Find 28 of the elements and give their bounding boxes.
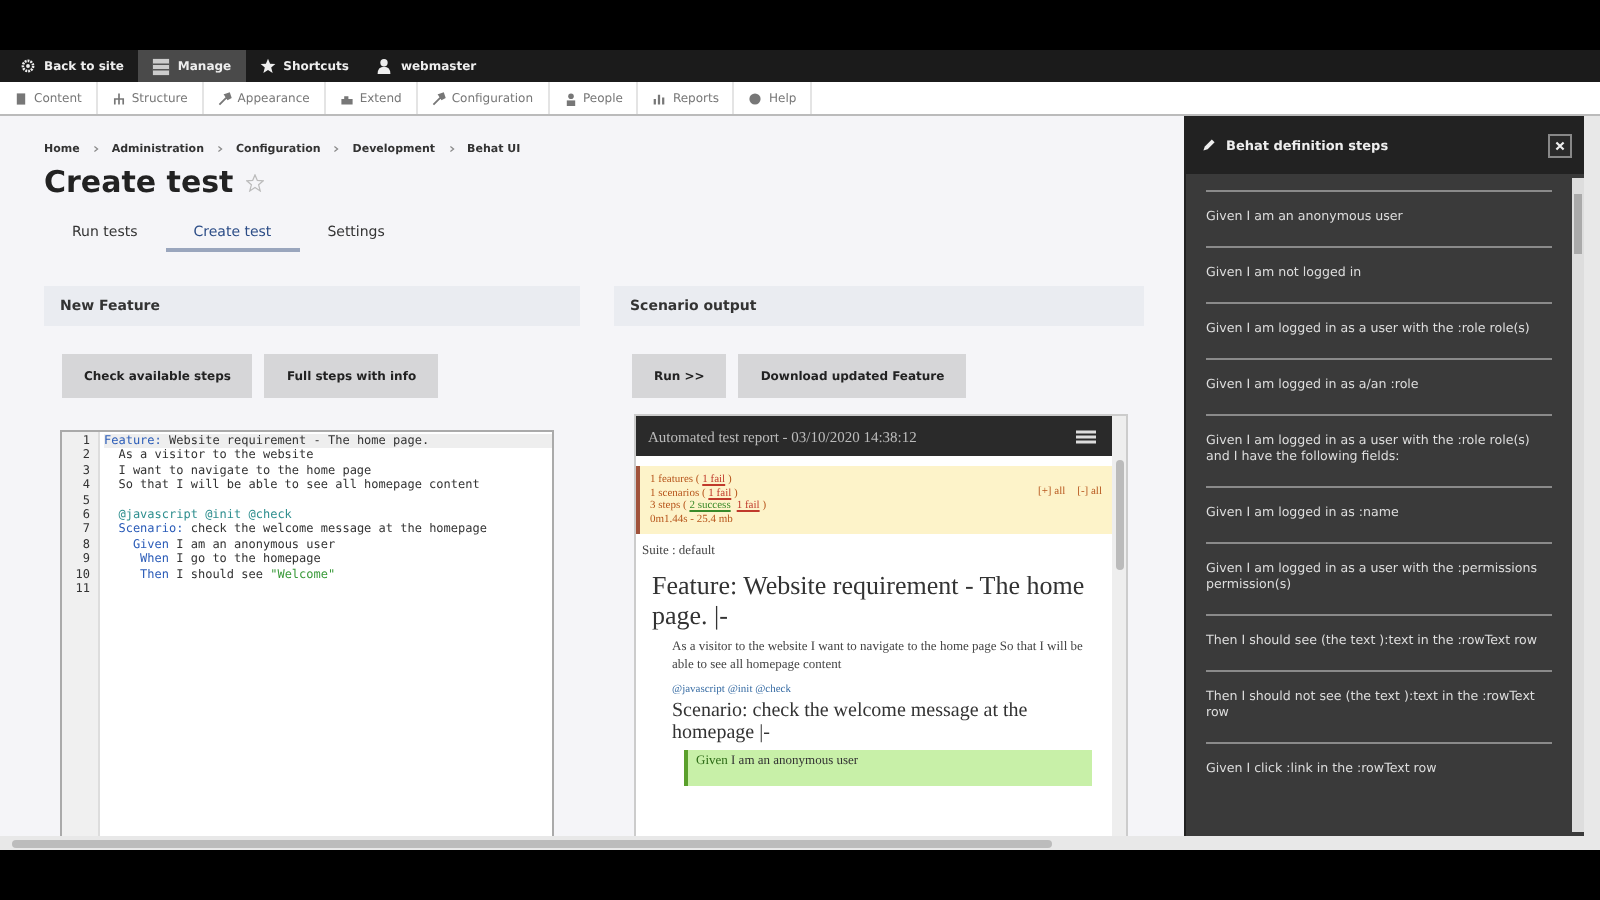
page-title: Create test: [44, 164, 234, 200]
code-editor[interactable]: [60, 430, 554, 836]
close-icon: [1554, 139, 1566, 151]
scenario-heading: Scenario: check the welcome message at the homepage |-: [672, 700, 1030, 745]
chevron-icon: [91, 144, 100, 154]
hierarchy-icon: [111, 91, 126, 105]
wrench-icon: [217, 91, 232, 105]
bar-chart-icon: [652, 91, 667, 105]
scrollbar-thumb[interactable]: [1574, 194, 1582, 254]
close-button[interactable]: [1548, 133, 1572, 157]
person-icon: [563, 91, 578, 105]
feature-heading: Feature: Website requirement - The home page. |-: [652, 570, 1087, 631]
wrench-icon: [431, 91, 446, 105]
star-icon: [259, 58, 276, 74]
chevron-icon: [216, 144, 224, 154]
star-icon[interactable]: [245, 173, 264, 191]
pencil-icon: [1202, 138, 1216, 152]
scrollbar[interactable]: [0, 836, 1600, 850]
document-icon: [14, 91, 28, 105]
chevron-icon: [332, 144, 341, 154]
scrollbar-thumb[interactable]: [12, 839, 1052, 847]
scrollbar-thumb[interactable]: [1115, 460, 1123, 570]
chevron-icon: [447, 144, 456, 154]
person-icon: [376, 58, 393, 74]
grid-icon: [151, 57, 170, 75]
menu-icon: [1076, 429, 1096, 443]
gear-icon: [20, 58, 36, 74]
scrollbar[interactable]: [1584, 116, 1600, 836]
